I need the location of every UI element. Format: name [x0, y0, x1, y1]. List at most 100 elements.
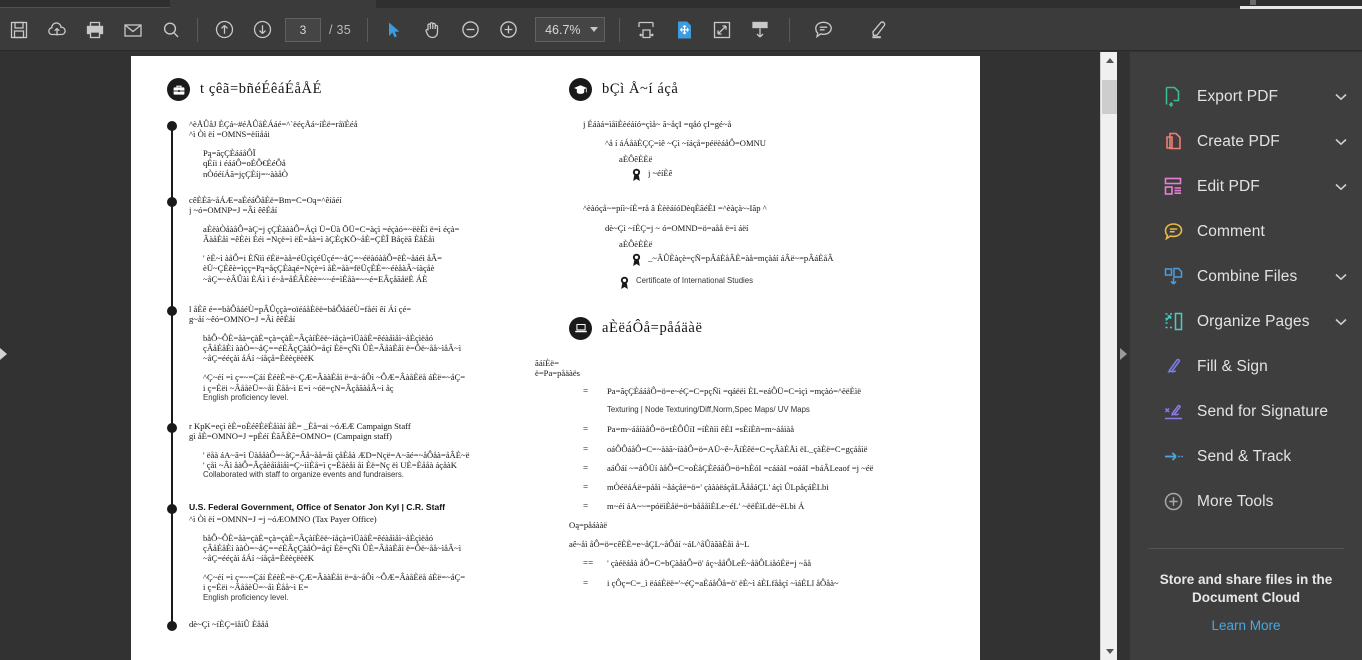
- tab-right[interactable]: [376, 0, 1362, 8]
- chevron-down-icon[interactable]: [1334, 318, 1348, 326]
- entry-sub-line: ÂàåÈåì =êÈèi Èéi =Nçë=ì ëÈ=åà=ì àÇÈçKÖ~å…: [203, 234, 435, 245]
- chevron-up-icon: [1105, 58, 1114, 63]
- entry-sub-line: ~åÇ=~èÂÛàì ÈÁì ì é~å=åÈÂÈèè=~~é=ìÈåà=~~é…: [203, 273, 428, 284]
- save-to-cloud-button[interactable]: [38, 9, 76, 51]
- timeline-bullet: [167, 305, 177, 316]
- save-button[interactable]: [0, 9, 38, 51]
- sidebar-item-fill-and-sign[interactable]: Fill & Sign: [1130, 344, 1362, 389]
- sidebar-item-label: Export PDF: [1197, 87, 1279, 105]
- skill-text: Pa=m~áåíàåÔ=ö=tÈÔÛíI =íÈñìì êÈI =sÈíÈñ=m…: [607, 424, 795, 435]
- email-button[interactable]: [114, 9, 152, 51]
- entry-line: r KpK=eçì èÈ=oÈéêÈëÈåìàí åÈ= _Èå=ai ~óÆÆ…: [189, 420, 411, 431]
- left-panel-expand-arrow[interactable]: [0, 348, 8, 362]
- select-tool-button[interactable]: [375, 9, 413, 51]
- toolbar-divider-2: [367, 17, 369, 42]
- sidebar-divider: [1148, 548, 1344, 549]
- education-heading-line: j Éáàá=ìåìÈèéáíó=çìå~ ã~åçI =qåó çI=gé~å: [583, 119, 732, 129]
- experience-entry: r KpK=eçì èÈ=oÈéêÈëÈåìàí åÈ= _Èå=ai ~óÆÆ…: [167, 420, 567, 481]
- medal-icon: [619, 276, 630, 295]
- sidebar-item-more-tools[interactable]: More Tools: [1130, 479, 1362, 524]
- entry-english-line: Collaborated with staff to organize even…: [203, 470, 404, 480]
- entry-sub-line: ' ëåà áA~ã=ì ÜàååàÔ=~åÇ=Âå~åå=åì çåÈåà Æ…: [203, 450, 470, 461]
- entry-sub-line: Pą=ãçÇÈááåÔÏ: [203, 148, 256, 159]
- sidebar-item-comment[interactable]: Comment: [1130, 209, 1362, 254]
- entry-sub-line: aÈëàÒåàåÔ=àÇ=j çÇÈàààÔ=Áçì Ü=Üà ÕÜ=C=àçì…: [203, 223, 460, 234]
- education-award: Certificate of International Studies: [619, 276, 969, 295]
- entry-sub-line: i ç=Èëi ~ÂååèÜ=~åì Èåå~ì E=: [203, 582, 309, 593]
- skill-item: aê~åì åÔ=ö=cêÈÈ=e~åÇL~åÔáí ~áL^åÛàãàÈåì …: [569, 539, 969, 549]
- page-number-input[interactable]: 3: [285, 17, 321, 42]
- medal-icon: [631, 253, 642, 272]
- sidebar-item-send-for-signature[interactable]: Send for Signature: [1130, 389, 1362, 434]
- sidebar-item-create-pdf[interactable]: Create PDF: [1130, 119, 1362, 164]
- page-scroll-view-button[interactable]: [665, 9, 703, 51]
- scrollbar-thumb[interactable]: [1102, 80, 1117, 114]
- sidebar-item-label: Edit PDF: [1197, 177, 1260, 195]
- page-total-label: / 35: [329, 22, 352, 37]
- document-scrollbar[interactable]: [1100, 52, 1117, 660]
- sidebar-item-label: Send & Track: [1197, 447, 1292, 465]
- fit-width-button[interactable]: [627, 9, 665, 51]
- sidebar-item-label: More Tools: [1197, 492, 1274, 510]
- entry-sub-line: nÒóéíÁã=jçÇÈíj=~ààåÒ: [203, 168, 288, 179]
- sidebar-item-send-and-track[interactable]: Send & Track: [1130, 434, 1362, 479]
- medal-icon: [631, 168, 642, 187]
- scroll-down-button[interactable]: [1101, 643, 1118, 660]
- skill-text: aáÔáí ~=áÔÜí àåÔ=C=oÈåÇÈêáåÔ=ö=hÈóI =cáá…: [607, 462, 874, 473]
- entry-line: g~åí ~êó=OMNO=J =Âì êêÈåí: [189, 313, 296, 324]
- hand-tool-button[interactable]: [413, 9, 451, 51]
- send-track-icon: [1158, 445, 1188, 468]
- print-button[interactable]: [76, 9, 114, 51]
- education-line: aÈÔèÈÈë: [619, 238, 653, 249]
- skill-text: Texturing | Node Texturing/Diff,Norm,Spe…: [607, 405, 810, 415]
- entry-sub-line: ' èÈ~ì àåÔ=i ÈÑìì éÈë=àå=éÜçìçéÜçé=~åÇ=~…: [203, 253, 442, 264]
- zoom-in-button[interactable]: [489, 9, 527, 51]
- education-entry: ^èàóçå~=píì~íÈ=rå â ÈèèáíóDèqÈãéÈI =^èàç…: [583, 203, 969, 294]
- chevron-down-icon[interactable]: [1334, 183, 1348, 191]
- chevron-down-icon[interactable]: [1334, 138, 1348, 146]
- work-experience-heading: t çêã=bñéÉêáÉåÅÉ: [167, 78, 567, 101]
- zoom-level-value: 46.7%: [545, 22, 581, 37]
- timeline-bullet: [167, 121, 177, 131]
- right-panel-collapse-arrow[interactable]: [1120, 348, 1128, 362]
- work-experience-column: t çêã=bñéÉêáÉåÅÉ ^èÅÛåJ ÈÇá~#éÅÛåÈÁáé=^`…: [167, 78, 567, 642]
- award-label: Certificate of International Studies: [636, 275, 754, 285]
- learn-more-link[interactable]: Learn More: [1148, 618, 1344, 633]
- previous-page-button[interactable]: [205, 9, 243, 51]
- send-signature-icon: [1158, 400, 1188, 423]
- download-button[interactable]: [741, 9, 779, 51]
- tab-left[interactable]: [0, 0, 170, 8]
- fill-sign-icon: [1158, 355, 1188, 378]
- skill-text: ' çàéëáåà åÔ=C=bÇàåàÔ=ö' áç~ååÔLeÈ~ååÔLi…: [607, 558, 812, 569]
- pdf-reader-window: 3 / 35 46.7% t çêã=bñéÉêáÉåÅÉ ^èÅÛåJ ÈÇá…: [0, 0, 1362, 660]
- education-skills-column: bÇì Å~í áçå j Éáàá=ìåìÈèéáíó=çìå~ ã~åçI …: [535, 78, 969, 597]
- export-pdf-icon: [1158, 85, 1188, 108]
- fullscreen-button[interactable]: [703, 9, 741, 51]
- edit-pdf-icon: [1158, 175, 1188, 198]
- document-viewport[interactable]: t çêã=bñéÉêáÉåÅÉ ^èÅÛåJ ÈÇá~#éÅÛåÈÁáé=^`…: [12, 52, 1100, 660]
- zoom-level-dropdown[interactable]: 46.7%: [535, 17, 605, 42]
- sidebar-item-organize-pages[interactable]: Organize Pages: [1130, 299, 1362, 344]
- chevron-down-icon[interactable]: [1334, 273, 1348, 281]
- zoom-out-button[interactable]: [451, 9, 489, 51]
- skills-title: aÈëáÔå=påáäàë: [602, 319, 703, 336]
- sidebar-item-edit-pdf[interactable]: Edit PDF: [1130, 164, 1362, 209]
- timeline-bullet: [167, 620, 177, 631]
- chevron-down-icon[interactable]: [1334, 93, 1348, 101]
- graduation-cap-icon: [569, 78, 592, 101]
- skill-item: = m~éí áA~~=póëìÈåë=ö=båååìÈLe~éL' ~ëëÈì…: [583, 501, 969, 511]
- sidebar-item-export-pdf[interactable]: Export PDF: [1130, 74, 1362, 119]
- sidebar-item-combine-files[interactable]: Combine Files: [1130, 254, 1362, 299]
- entry-english-line: English proficiency level.: [203, 392, 289, 402]
- comment-icon[interactable]: [805, 9, 843, 51]
- skill-text: i çÔç=C=_ì ëááÈëë='~éÇ=aÈáåÔå=ö' ëÈ~ì áÈ…: [607, 577, 839, 588]
- education-line: aÈÔêÈÈë: [619, 154, 653, 165]
- highlight-icon[interactable]: [859, 9, 897, 51]
- sidebar-item-label: Send for Signature: [1197, 402, 1329, 420]
- next-page-button[interactable]: [243, 9, 281, 51]
- search-icon[interactable]: [152, 9, 190, 51]
- scroll-up-button[interactable]: [1101, 52, 1118, 69]
- skill-item: = Pa=ãçÇÈááåÔ=ö=e~éÇ=C=pçÑì =qáëëì ÈL=eá…: [583, 386, 969, 396]
- skills-subhead: ãáíÈë= ë=Pa=påäàës: [535, 358, 969, 378]
- education-award: j ~éíÈê: [631, 168, 969, 187]
